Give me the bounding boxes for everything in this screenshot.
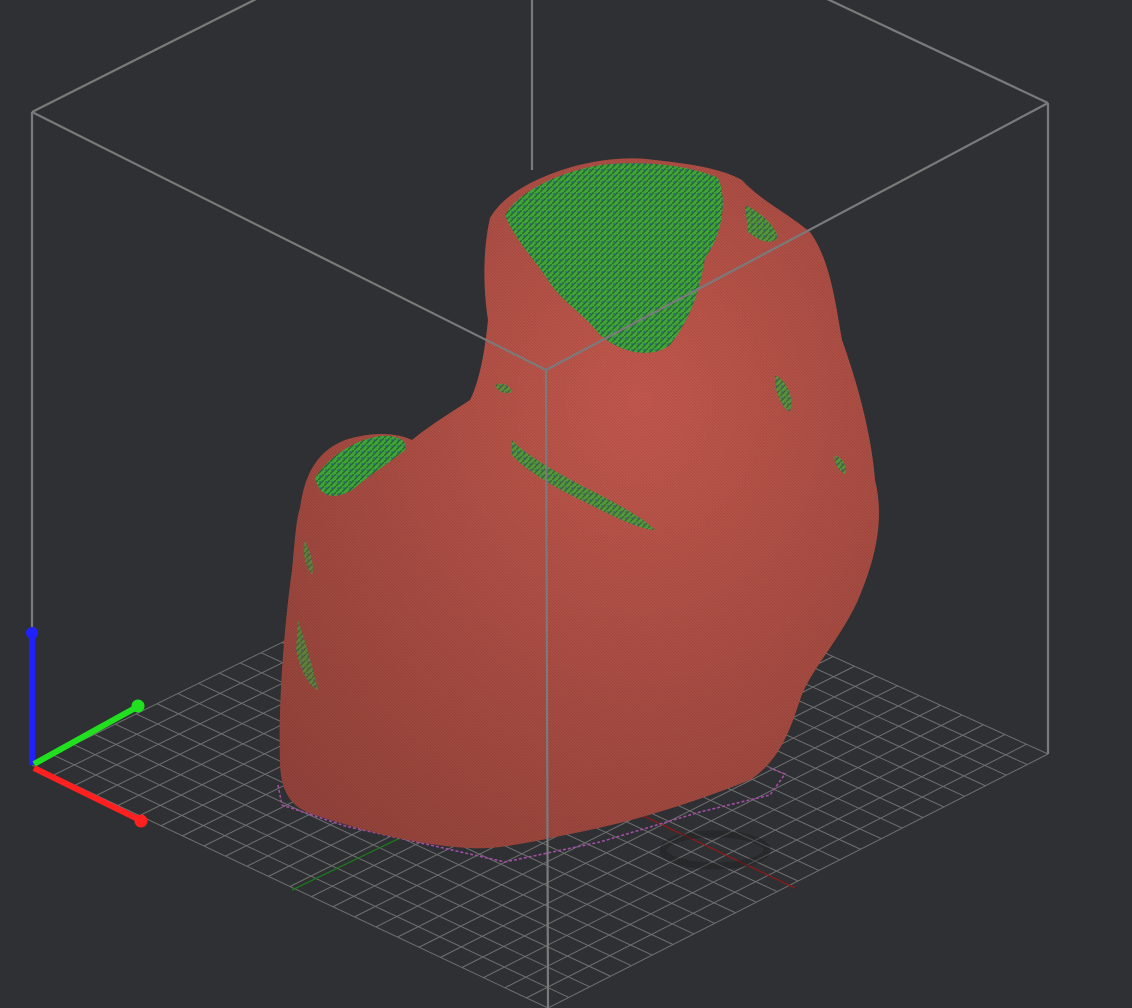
x-axis-handle [134, 814, 148, 828]
z-axis-handle [26, 627, 38, 639]
y-axis-handle [131, 699, 145, 713]
scene-canvas[interactable] [0, 0, 1132, 1008]
3d-viewport[interactable] [0, 0, 1132, 1008]
